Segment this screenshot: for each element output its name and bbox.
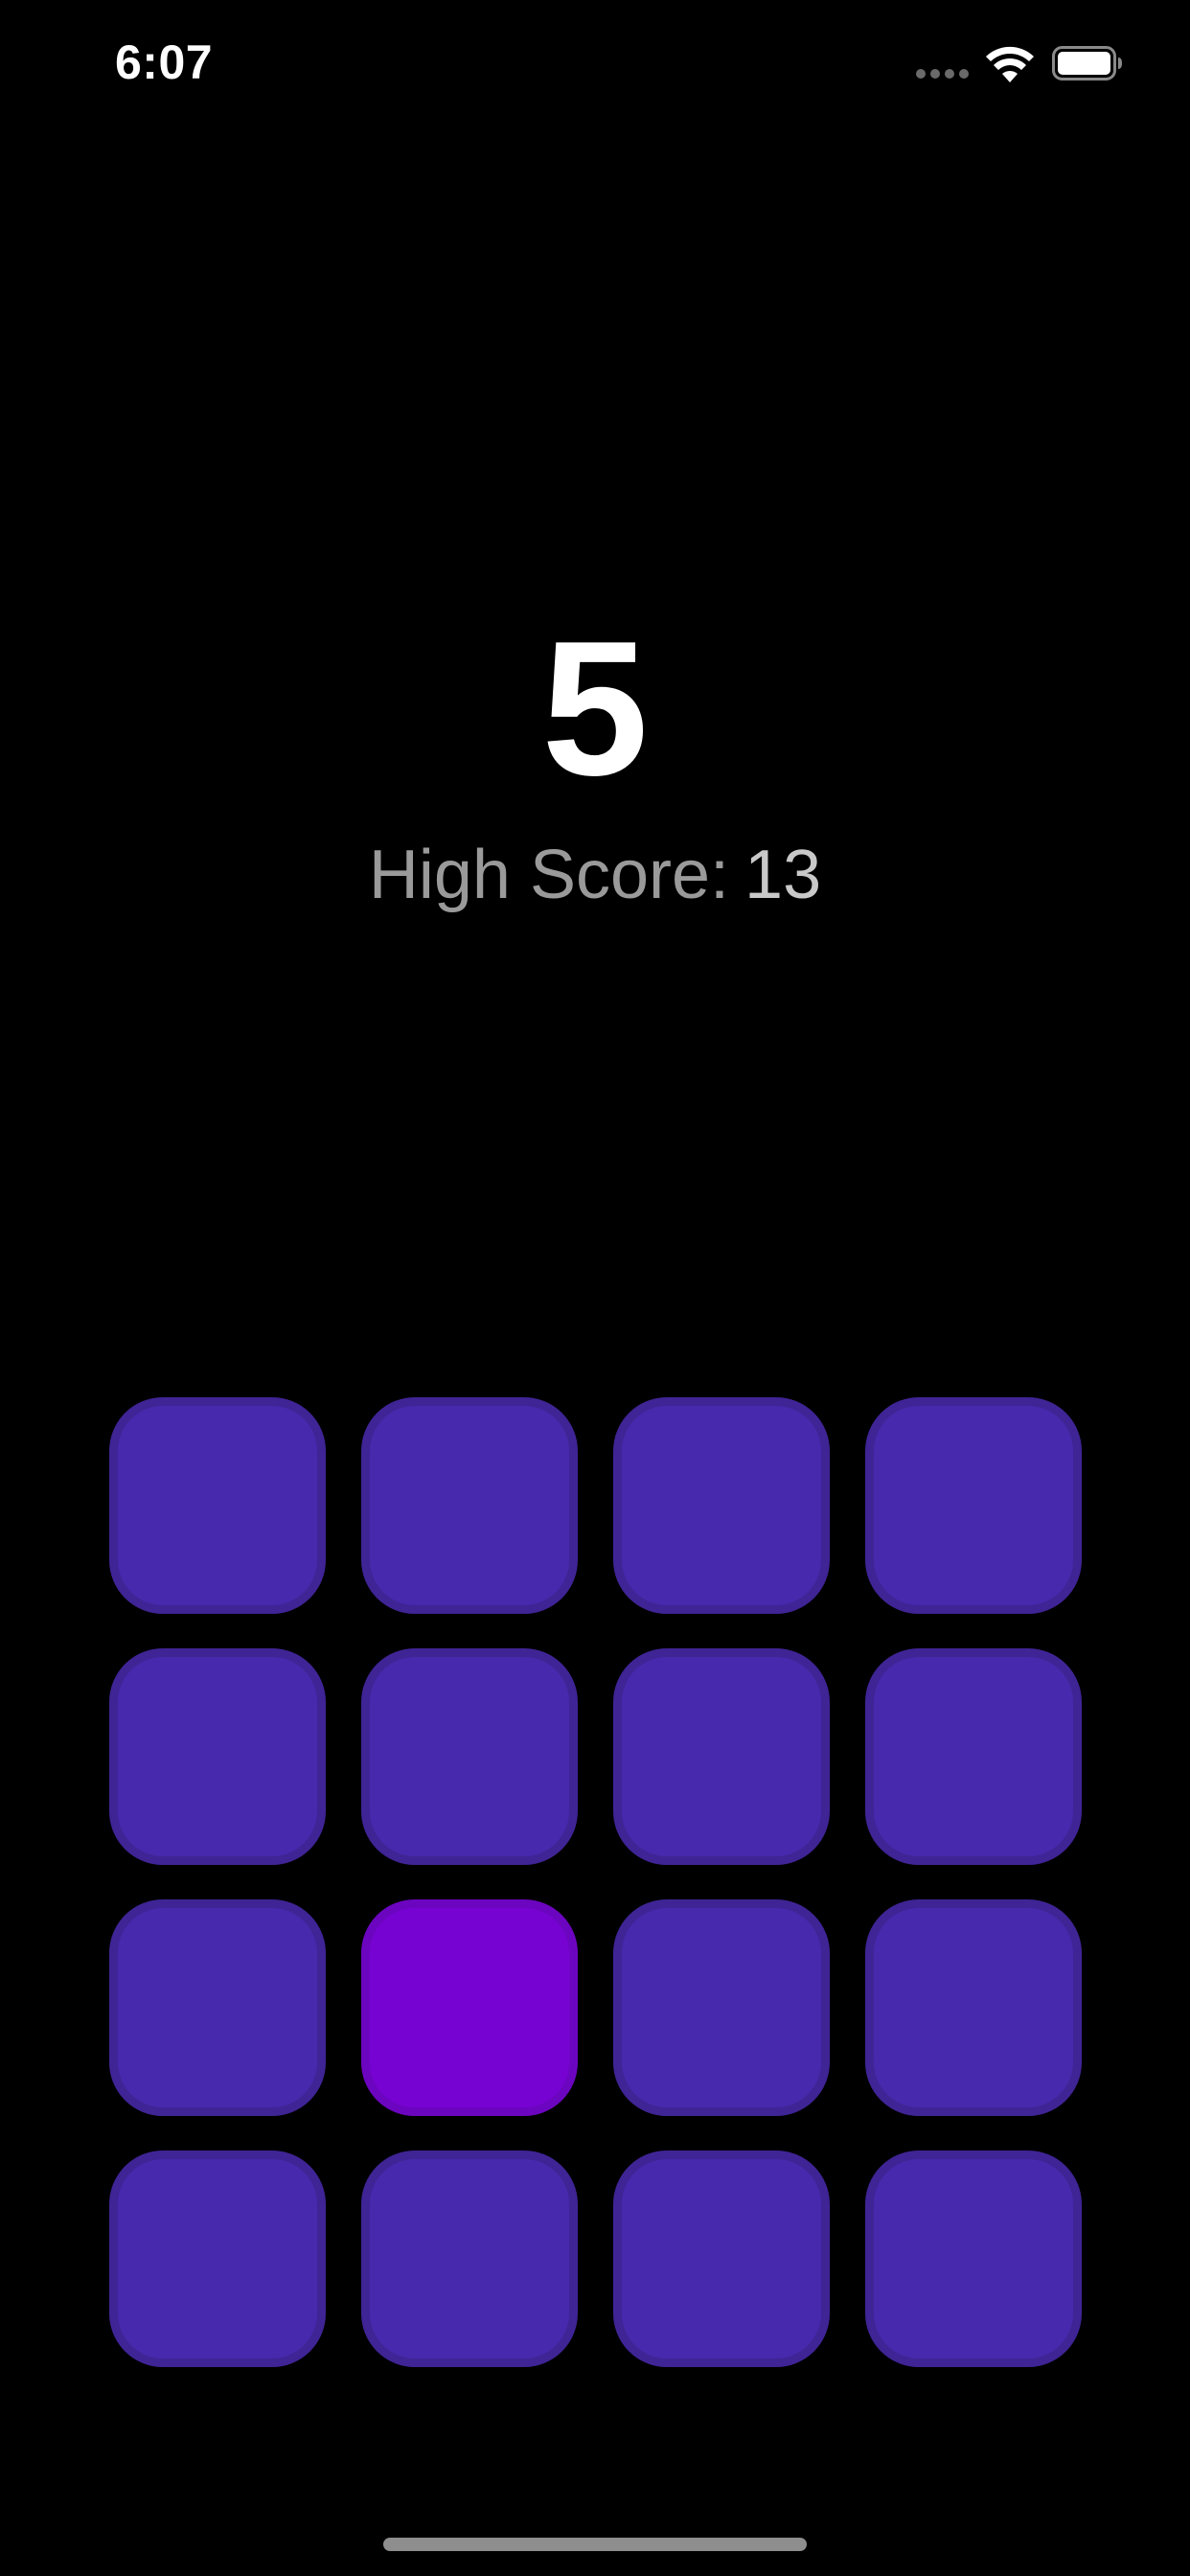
status-time: 6:07 [115, 35, 214, 89]
battery-icon [1052, 46, 1122, 80]
home-indicator[interactable] [383, 2538, 807, 2551]
game-tile[interactable] [865, 1397, 1082, 1614]
wifi-icon [986, 46, 1034, 82]
game-tile[interactable] [613, 1899, 830, 2116]
game-tile[interactable] [865, 2150, 1082, 2367]
high-score-label: High Score: [368, 837, 730, 913]
game-tile[interactable] [361, 2150, 578, 2367]
current-score: 5 [541, 602, 649, 816]
status-bar: 6:07 [0, 0, 1190, 134]
game-tile[interactable] [613, 2150, 830, 2367]
game-tile[interactable] [109, 1648, 326, 1865]
game-tile[interactable] [865, 1899, 1082, 2116]
signal-dots-icon [916, 69, 972, 80]
game-tile[interactable] [109, 1397, 326, 1614]
game-tile[interactable] [109, 2150, 326, 2367]
tile-grid [109, 1397, 1082, 2367]
game-tile[interactable] [361, 1648, 578, 1865]
game-tile[interactable] [109, 1899, 326, 2116]
high-score-value: 13 [744, 837, 822, 913]
game-tile-active[interactable] [361, 1899, 578, 2116]
game-tile[interactable] [613, 1648, 830, 1865]
game-tile[interactable] [865, 1648, 1082, 1865]
game-tile[interactable] [613, 1397, 830, 1614]
high-score: High Score: 13 [0, 832, 1190, 918]
game-tile[interactable] [361, 1397, 578, 1614]
